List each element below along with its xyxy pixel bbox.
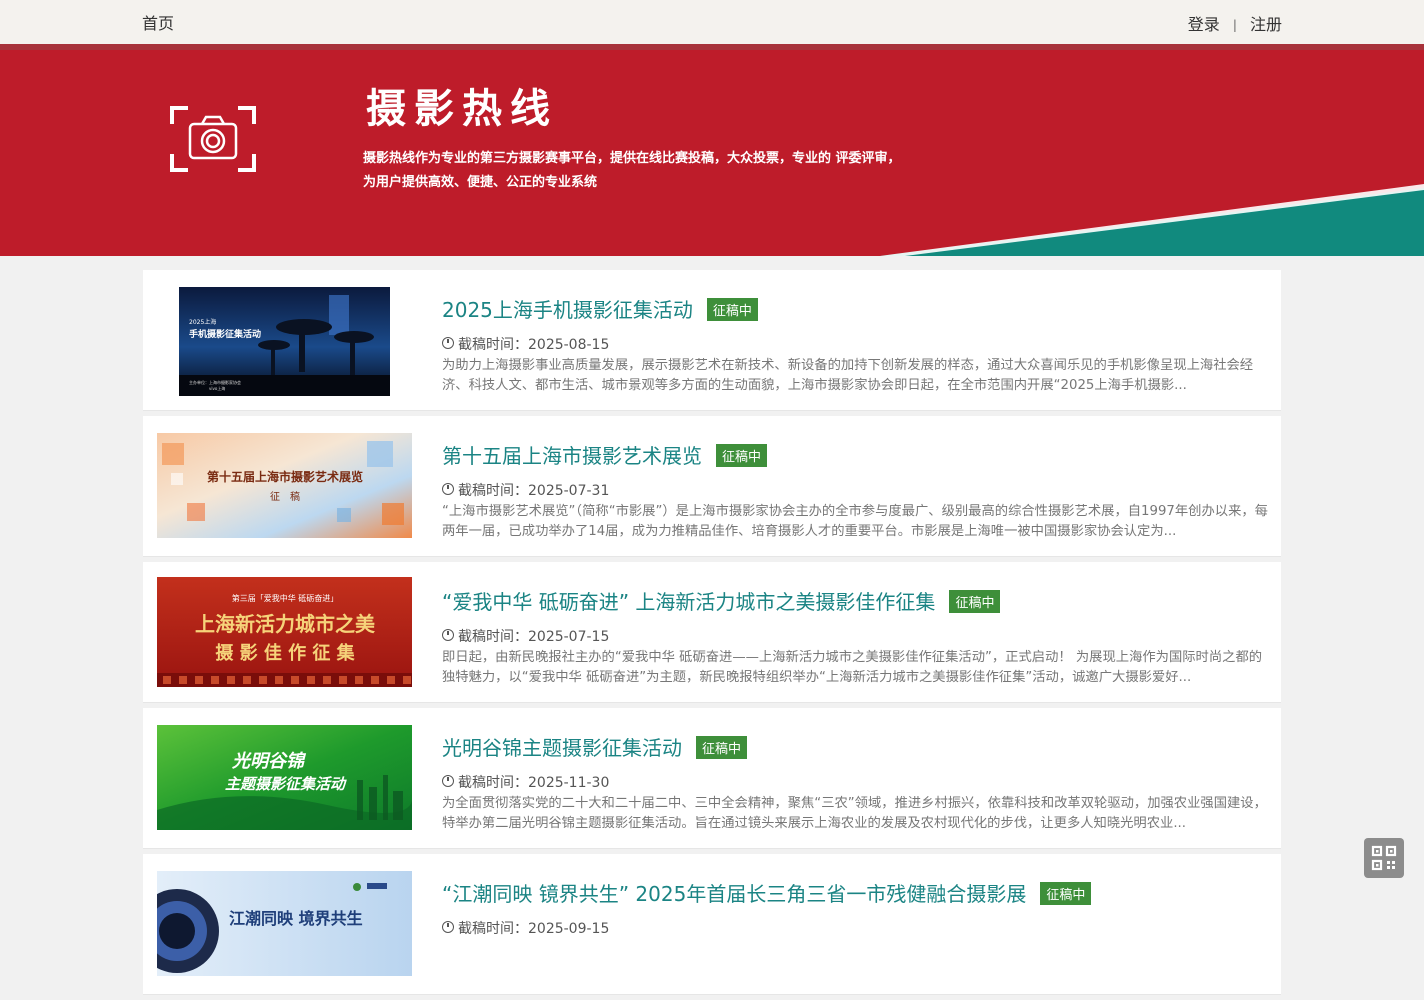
contest-title: 光明谷锦主题摄影征集活动 征稿中 — [442, 732, 748, 761]
deadline: 截稿时间：2025-09-15 — [442, 918, 609, 938]
thumb-text: 第十五届上海市摄影艺术展览 — [207, 469, 363, 484]
contest-title-link[interactable]: 第十五届上海市摄影艺术展览 — [442, 444, 702, 468]
deadline-value: 2025-07-15 — [528, 629, 610, 645]
contest-title: 第十五届上海市摄影艺术展览 征稿中 — [442, 440, 768, 469]
thumbnail-graphic: 2025上海 手机摄影征集活动 主办单位：上海市摄影家协会 vivo上海 — [179, 287, 390, 396]
banner-title: 摄影热线 — [366, 85, 558, 132]
thumb-text: 征 稿 — [270, 490, 300, 503]
contest-card: 2025上海 手机摄影征集活动 主办单位：上海市摄影家协会 vivo上海 202… — [143, 270, 1281, 411]
thumb-text: 光明谷锦 — [231, 751, 307, 772]
thumb-text: 手机摄影征集活动 — [189, 328, 261, 340]
clock-icon — [442, 629, 454, 641]
thumb-text: 主办单位：上海市摄影家协会 — [189, 379, 241, 385]
login-link[interactable]: 登录 — [1188, 15, 1220, 34]
clock-icon — [442, 483, 454, 495]
deadline-label: 截稿时间： — [458, 483, 528, 499]
contest-title: 2025上海手机摄影征集活动 征稿中 — [442, 294, 758, 323]
thumb-text: 第三届「爱我中华 砥砺奋进」 — [232, 593, 339, 603]
status-badge: 征稿中 — [706, 298, 758, 321]
contest-title-link[interactable]: “江潮同映 镜界共生” 2025年首届长三角三省一市残健融合摄影展 — [442, 882, 1026, 906]
deadline: 截稿时间：2025-07-15 — [442, 626, 609, 646]
status-badge: 征稿中 — [696, 736, 748, 759]
nav-home-link[interactable]: 首页 — [142, 10, 174, 34]
status-badge: 征稿中 — [1040, 882, 1092, 905]
register-link[interactable]: 注册 — [1250, 15, 1282, 34]
contest-title-link[interactable]: “爱我中华 砥砺奋进” 上海新活力城市之美摄影佳作征集 — [442, 590, 935, 614]
deadline-value: 2025-09-15 — [528, 921, 610, 937]
clock-icon — [442, 775, 454, 787]
contest-thumbnail[interactable]: 第十五届上海市摄影艺术展览 征 稿 — [157, 433, 412, 538]
contest-title-link[interactable]: 光明谷锦主题摄影征集活动 — [442, 736, 682, 760]
deadline-value: 2025-11-30 — [528, 775, 610, 791]
top-nav: 首页 登录 | 注册 — [0, 0, 1424, 44]
contest-card: 江潮同映 境界共生 “江潮同映 镜界共生” 2025年首届长三角三省一市残健融合… — [143, 854, 1281, 995]
status-badge: 征稿中 — [949, 590, 1001, 613]
contest-title: “爱我中华 砥砺奋进” 上海新活力城市之美摄影佳作征集 征稿中 — [442, 586, 1001, 615]
nav-separator: | — [1232, 18, 1237, 32]
thumb-text: 上海新活力城市之美 — [195, 612, 376, 636]
contest-summary: 为全面贯彻落实党的二十大和二十届二中、三中全会精神，聚焦“三农”领域，推进乡村振… — [442, 796, 1267, 831]
qr-code-button[interactable] — [1364, 838, 1404, 878]
contest-thumbnail[interactable]: 2025上海 手机摄影征集活动 主办单位：上海市摄影家协会 vivo上海 — [179, 287, 390, 396]
contest-summary: “上海市摄影艺术展览”（简称“市影展”）是上海市摄影家协会主办的全市参与度最广、… — [442, 504, 1268, 539]
contest-card: 光明谷锦 主题摄影征集活动 光明谷锦主题摄影征集活动 征稿中 截稿时间：2025-… — [143, 708, 1281, 849]
deadline: 截稿时间：2025-11-30 — [442, 772, 609, 792]
banner-description-line1: 摄影热线作为专业的第三方摄影赛事平台，提供在线比赛投稿，大众投票，专业的 评委评… — [363, 151, 901, 166]
thumb-text: 2025上海 — [189, 318, 216, 326]
deadline-label: 截稿时间： — [458, 337, 528, 353]
thumbnail-graphic: 第十五届上海市摄影艺术展览 征 稿 — [157, 433, 412, 538]
banner-description-line2: 为用户提供高效、便捷、公正的专业系统 — [363, 175, 598, 190]
qr-code-icon — [1371, 845, 1397, 871]
thumb-text: 江潮同映 境界共生 — [229, 909, 363, 928]
contest-thumbnail[interactable]: 第三届「爱我中华 砥砺奋进」 上海新活力城市之美 摄 影 佳 作 征 集 — [157, 577, 412, 687]
deadline: 截稿时间：2025-08-15 — [442, 334, 609, 354]
thumbnail-graphic: 光明谷锦 主题摄影征集活动 — [157, 725, 412, 830]
contest-card: 第十五届上海市摄影艺术展览 征 稿 第十五届上海市摄影艺术展览 征稿中 截稿时间：… — [143, 416, 1281, 557]
thumbnail-graphic: 第三届「爱我中华 砥砺奋进」 上海新活力城市之美 摄 影 佳 作 征 集 — [157, 577, 412, 687]
camera-icon — [170, 106, 256, 172]
thumb-text: vivo上海 — [209, 385, 225, 391]
deadline: 截稿时间：2025-07-31 — [442, 480, 609, 500]
deadline-label: 截稿时间： — [458, 921, 528, 937]
deadline-value: 2025-07-31 — [528, 483, 610, 499]
thumb-text: 摄 影 佳 作 征 集 — [215, 642, 355, 664]
contest-thumbnail[interactable]: 光明谷锦 主题摄影征集活动 — [157, 725, 412, 830]
contest-card: 第三届「爱我中华 砥砺奋进」 上海新活力城市之美 摄 影 佳 作 征 集 “爱我… — [143, 562, 1281, 703]
deadline-label: 截稿时间： — [458, 775, 528, 791]
deadline-label: 截稿时间： — [458, 629, 528, 645]
auth-links: 登录 | 注册 — [1188, 11, 1282, 35]
thumbnail-graphic: 江潮同映 境界共生 — [157, 871, 412, 976]
thumb-text: 主题摄影征集活动 — [225, 775, 347, 793]
contest-thumbnail[interactable]: 江潮同映 境界共生 — [157, 871, 412, 976]
contest-list: 2025上海 手机摄影征集活动 主办单位：上海市摄影家协会 vivo上海 202… — [143, 270, 1281, 1000]
deadline-value: 2025-08-15 — [528, 337, 610, 353]
hero-banner: 摄影热线 摄影热线作为专业的第三方摄影赛事平台，提供在线比赛投稿，大众投票，专业… — [0, 50, 1424, 256]
contest-title: “江潮同映 镜界共生” 2025年首届长三角三省一市残健融合摄影展 征稿中 — [442, 878, 1092, 907]
contest-summary: 为助力上海摄影事业高质量发展，展示摄影艺术在新技术、新设备的加持下创新发展的样态… — [442, 358, 1254, 393]
banner-description: 摄影热线作为专业的第三方摄影赛事平台，提供在线比赛投稿，大众投票，专业的 评委评… — [363, 147, 983, 195]
contest-title-link[interactable]: 2025上海手机摄影征集活动 — [442, 298, 693, 322]
clock-icon — [442, 337, 454, 349]
clock-icon — [442, 921, 454, 933]
contest-summary: 即日起，由新民晚报社主办的“爱我中华 砥砺奋进——上海新活力城市之美摄影佳作征集… — [442, 650, 1263, 685]
status-badge: 征稿中 — [716, 444, 768, 467]
